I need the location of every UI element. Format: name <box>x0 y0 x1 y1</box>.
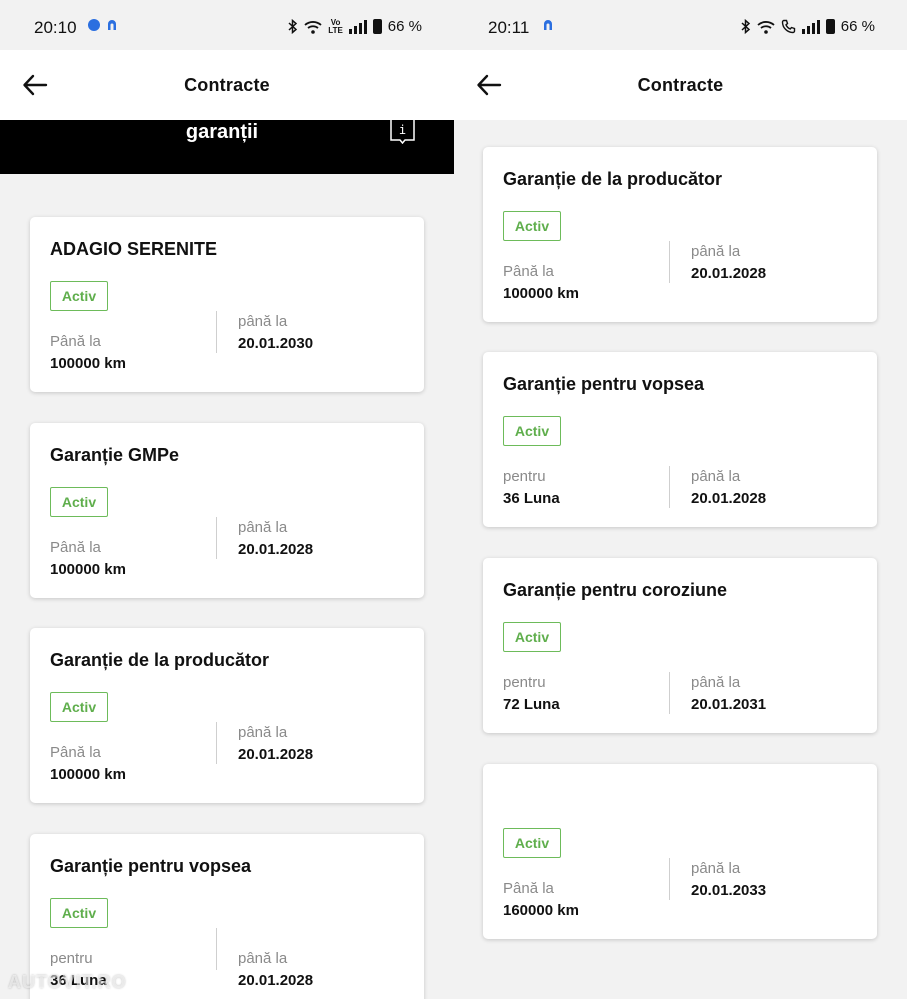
status-time: 20:10 <box>34 18 77 37</box>
app-bar: Contracte <box>454 50 907 120</box>
status-badge: Activ <box>503 416 561 446</box>
expiry-date: 20.01.2031 <box>691 696 767 713</box>
expiry-label: până la <box>691 674 741 691</box>
app-notification-icon <box>108 20 116 30</box>
card-title: Garanție de la producător <box>503 169 723 189</box>
limit-label: Până la <box>503 263 554 280</box>
card-title: Garanție pentru coroziune <box>503 580 728 600</box>
expiry-label: până la <box>238 950 288 967</box>
expiry-label: până la <box>238 724 288 741</box>
card-title: Garanție pentru vopsea <box>50 856 252 876</box>
battery-icon <box>825 19 835 34</box>
status-bar: 20:11 66 % <box>454 0 907 50</box>
wifi-call-icon <box>781 19 795 34</box>
right-screen: 20:11 66 % Contracte Garanție de la prod… <box>454 0 907 999</box>
wifi-icon <box>757 20 775 34</box>
bluetooth-icon <box>741 19 750 34</box>
card-divider <box>216 722 217 764</box>
card-divider <box>669 858 670 900</box>
status-right-group: 66 % <box>741 18 875 35</box>
limit-label: Până la <box>503 880 554 897</box>
volte-icon: Vo LTE <box>328 17 343 35</box>
signal-icon <box>348 19 367 34</box>
expiry-date: 20.01.2028 <box>691 265 767 282</box>
expiry-date: 20.01.2028 <box>691 490 767 507</box>
section-title: garanții <box>185 121 259 143</box>
warranty-card[interactable]: Garanție GMPe Activ Până la 100000 km pâ… <box>30 423 424 598</box>
limit-value: 100000 km <box>503 285 579 302</box>
status-badge: Activ <box>503 828 561 858</box>
warranty-card[interactable]: ADAGIO SERENITE Activ Până la 100000 km … <box>30 217 424 392</box>
limit-label: Până la <box>50 744 101 761</box>
expiry-date: 20.01.2028 <box>238 972 314 989</box>
expiry-date: 20.01.2028 <box>238 746 314 763</box>
notification-icons <box>542 19 554 31</box>
warranty-card[interactable]: Garanție pentru coroziune Activ pentru 7… <box>483 558 877 733</box>
status-badge: Activ <box>50 692 108 722</box>
battery-icon <box>372 19 382 34</box>
status-badge: Activ <box>503 211 561 241</box>
status-badge: Activ <box>50 898 108 928</box>
limit-value: 100000 km <box>50 766 126 783</box>
expiry-label: până la <box>238 313 288 330</box>
limit-value: 36 Luna <box>503 490 560 507</box>
page-title: Contracte <box>184 75 270 95</box>
info-icon[interactable]: i <box>390 120 415 144</box>
app-notification-icon <box>544 20 552 30</box>
expiry-label: până la <box>691 243 741 260</box>
card-title: Garanție de la producător <box>50 650 270 670</box>
card-title: ADAGIO SERENITE <box>50 239 218 259</box>
watermark: AUTOVIT.RO <box>8 972 127 992</box>
limit-label: pentru <box>50 950 93 967</box>
limit-value: 100000 km <box>50 355 126 372</box>
card-title: Garanție GMPe <box>50 445 180 465</box>
expiry-label: până la <box>691 860 741 877</box>
card-divider <box>216 928 217 970</box>
expiry-label: până la <box>691 468 741 485</box>
battery-level: 66 % <box>840 18 875 35</box>
limit-value: 72 Luna <box>503 696 560 713</box>
expiry-date: 20.01.2030 <box>238 335 314 352</box>
limit-label: Până la <box>50 539 101 556</box>
svg-text:i: i <box>399 123 406 137</box>
warranty-card[interactable]: Activ Până la 160000 km până la 20.01.20… <box>483 764 877 939</box>
page-title: Contracte <box>637 75 724 95</box>
battery-level: 66 % <box>387 18 422 35</box>
limit-label: Până la <box>50 333 101 350</box>
status-badge: Activ <box>50 487 108 517</box>
card-divider <box>669 466 670 508</box>
limit-label: pentru <box>503 674 546 691</box>
card-divider <box>216 311 217 353</box>
card-title: Garanție pentru vopsea <box>503 374 705 394</box>
left-screen: 20:10 Vo LTE 66 % Contracte garanții i AD… <box>0 0 454 999</box>
warranty-card[interactable]: Garanție pentru vopsea Activ pentru 36 L… <box>483 352 877 527</box>
warranty-card[interactable]: Garanție de la producător Activ Până la … <box>30 628 424 803</box>
expiry-label: până la <box>238 519 288 536</box>
status-badge: Activ <box>50 281 108 311</box>
warranty-card[interactable]: Garanție de la producător Activ Până la … <box>483 147 877 322</box>
notification-icons <box>88 19 118 31</box>
section-header: garanții i <box>0 120 454 174</box>
status-right-group: Vo LTE 66 % <box>288 18 422 35</box>
expiry-date: 20.01.2033 <box>691 882 767 899</box>
limit-value: 100000 km <box>50 561 126 578</box>
app-bar: Contracte <box>0 50 454 120</box>
status-bar: 20:10 Vo LTE 66 % <box>0 0 454 50</box>
status-time: 20:11 <box>488 18 530 37</box>
expiry-date: 20.01.2028 <box>238 541 314 558</box>
limit-label: pentru <box>503 468 546 485</box>
card-divider <box>669 241 670 283</box>
card-divider <box>669 672 670 714</box>
signal-icon <box>801 19 820 34</box>
messenger-icon <box>88 19 100 31</box>
status-badge: Activ <box>503 622 561 652</box>
limit-value: 160000 km <box>503 902 579 919</box>
bluetooth-icon <box>288 19 298 34</box>
card-divider <box>216 517 217 559</box>
wifi-icon <box>304 20 322 34</box>
